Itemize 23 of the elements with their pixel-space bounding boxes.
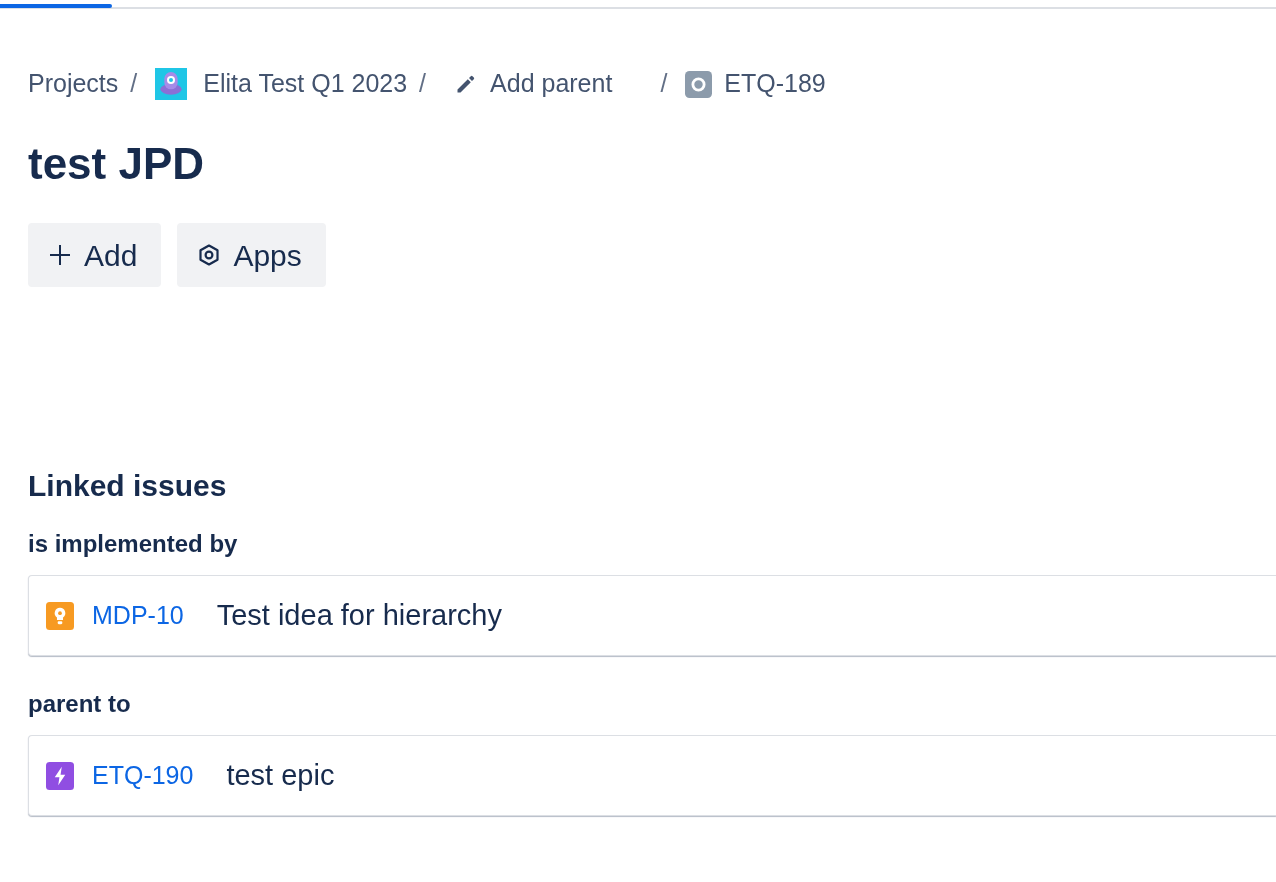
breadcrumb-link[interactable]: ETQ-189	[685, 65, 826, 103]
relation-label: parent to	[28, 689, 131, 719]
breadcrumb-separator: /	[419, 68, 427, 100]
issue-key-link[interactable]: MDP-10	[92, 596, 184, 635]
apps-button[interactable]: Apps	[177, 223, 326, 287]
breadcrumb-link[interactable]: Add parent	[444, 65, 613, 103]
issue-type-icon	[685, 70, 713, 98]
issue-summary: Test idea for hierarchy	[216, 597, 502, 633]
plus-icon	[48, 243, 72, 267]
issue-title: test JPD	[28, 138, 205, 190]
section-heading: Linked issues	[28, 468, 227, 504]
linked-issue-card[interactable]: MDP-10 Test idea for hierarchy	[28, 575, 1276, 656]
linked-issue-card[interactable]: ETQ-190 test epic	[28, 735, 1276, 816]
hexagon-icon	[197, 243, 222, 267]
issue-key-link[interactable]: ETQ-190	[92, 756, 194, 795]
breadcrumb-separator: /	[130, 68, 138, 100]
issue-summary: test epic	[226, 757, 335, 793]
breadcrumb-separator: /	[660, 68, 668, 100]
breadcrumb-link[interactable]: Elita Test Q1 2023	[155, 65, 408, 103]
add-button[interactable]: Add	[28, 223, 162, 287]
project-avatar-icon	[155, 68, 188, 100]
relation-label: is implemented by	[28, 529, 238, 559]
breadcrumb-link[interactable]: Projects	[28, 65, 119, 103]
